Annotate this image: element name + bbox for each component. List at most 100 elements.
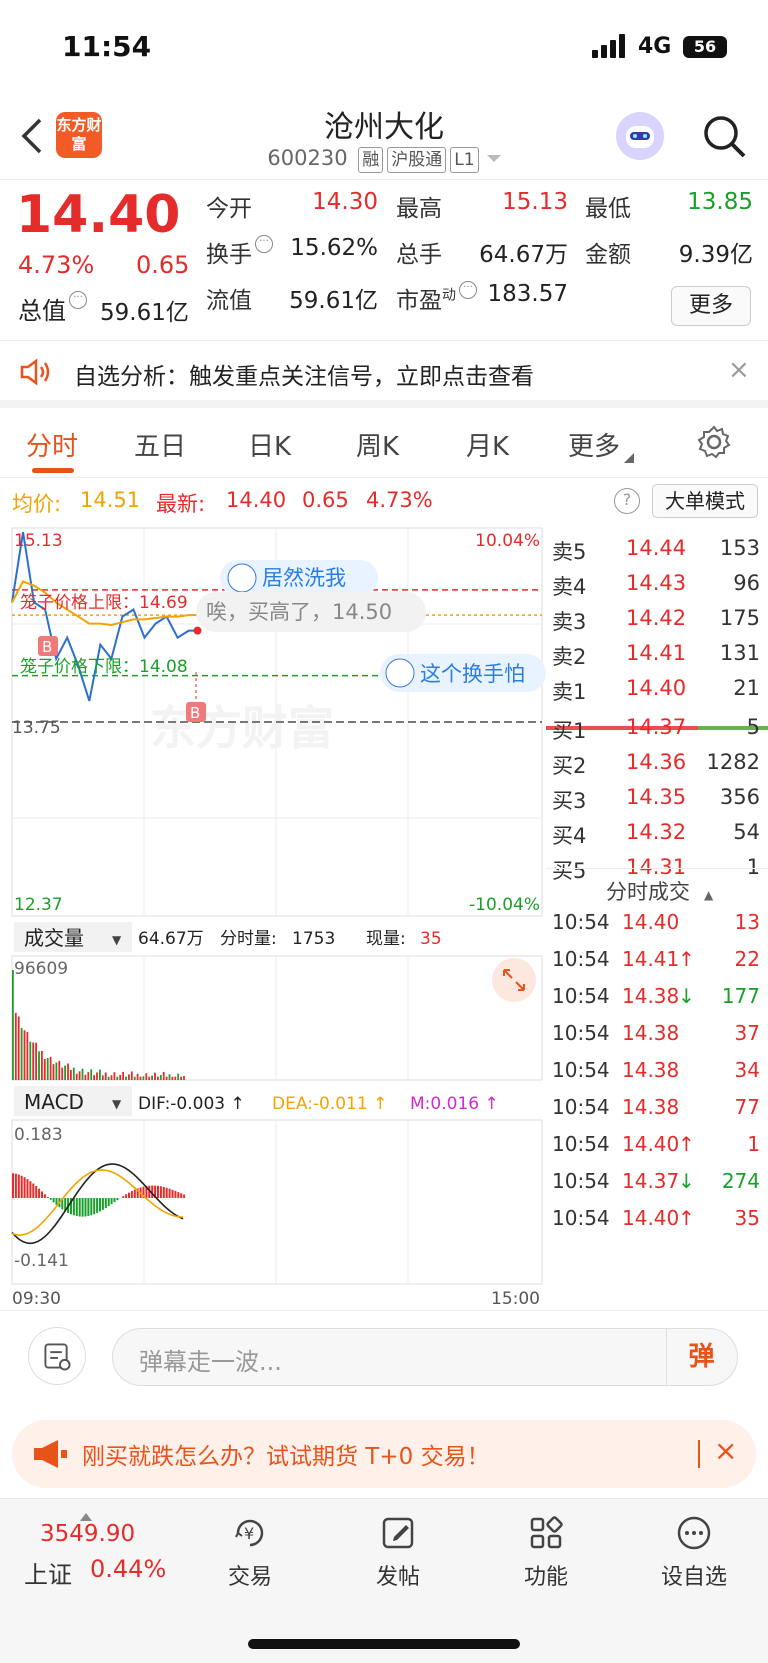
- dea-label: DEA:-0.011 ↑: [272, 1094, 387, 1114]
- dropdown-icon: [624, 453, 635, 463]
- turnover-label[interactable]: 换手···: [206, 235, 273, 269]
- svg-text:¥: ¥: [244, 1524, 254, 1543]
- macd-bar: [35, 1186, 38, 1198]
- volume-bar: [157, 1076, 159, 1080]
- volume-bar: [17, 1016, 20, 1080]
- index-name: 上证: [24, 1561, 72, 1589]
- macd-bar: [41, 1191, 43, 1198]
- svg-text:成交量: 成交量: [24, 926, 84, 950]
- promo-banner[interactable]: 刚买就跌怎么办？试试期货 T+0 交易！ ×: [12, 1420, 756, 1488]
- bid-row[interactable]: 买2 14.36 1282: [546, 750, 764, 784]
- close-icon[interactable]: ×: [728, 355, 750, 385]
- intraday-chart[interactable]: 东方财富 15.13 10.04% 12.37 -10.04% 13.75 笼子…: [0, 524, 546, 1308]
- tab-weekly-k[interactable]: 周K: [356, 426, 399, 463]
- volume-bar: [32, 1042, 35, 1080]
- tick-row[interactable]: 10:54 14.38 37: [546, 1021, 764, 1057]
- volume-bar: [180, 1076, 182, 1080]
- volume-bar: [122, 1071, 124, 1080]
- danmaku-settings-icon[interactable]: [28, 1327, 86, 1385]
- tick-row[interactable]: 10:54 14.40 35 ↑: [546, 1206, 764, 1242]
- ask-row[interactable]: 卖5 14.44 153: [546, 536, 764, 570]
- volume-bar: [168, 1074, 171, 1080]
- volume-bar: [49, 1056, 52, 1080]
- close-icon[interactable]: ×: [714, 1434, 737, 1467]
- volume-bar: [183, 1075, 185, 1080]
- ask-row[interactable]: 卖4 14.43 96: [546, 571, 764, 605]
- now-volume: 35: [420, 929, 442, 949]
- help-icon[interactable]: ?: [614, 488, 640, 514]
- danmaku-bubble[interactable]: 唉，买高了，14.50: [196, 592, 426, 632]
- buy-marker[interactable]: B: [38, 636, 58, 656]
- more-circle-icon: [677, 1516, 711, 1550]
- bid-row[interactable]: 买4 14.32 54: [546, 820, 764, 854]
- danmaku-bar: 弹幕走一波... 弹: [0, 1310, 768, 1410]
- macd-selector[interactable]: MACD ▼: [14, 1086, 132, 1116]
- volume-bar: [46, 1058, 49, 1080]
- macd-bar: [104, 1198, 107, 1209]
- nav-trade[interactable]: ¥ 交易: [200, 1513, 300, 1591]
- nav-add-watchlist[interactable]: 设自选: [644, 1513, 744, 1591]
- tick-row[interactable]: 10:54 14.38 177 ↓: [546, 984, 764, 1020]
- macd-bar: [174, 1190, 177, 1198]
- ticks-header[interactable]: 分时成交 ▲: [606, 876, 713, 906]
- volume-bar: [52, 1064, 55, 1080]
- tick-row[interactable]: 10:54 14.41 22 ↑: [546, 947, 764, 983]
- tab-more[interactable]: 更多: [568, 426, 635, 463]
- volume-bar: [12, 970, 14, 1080]
- tab-daily-k[interactable]: 日K: [248, 426, 291, 463]
- robot-assistant-icon[interactable]: [616, 112, 664, 160]
- low-label: 最低: [585, 196, 631, 222]
- tick-row[interactable]: 10:54 14.40 13: [546, 910, 764, 946]
- ask-row[interactable]: 卖1 14.40 21: [546, 676, 764, 710]
- volume-bar: [84, 1074, 87, 1080]
- stock-code: 600230: [267, 146, 348, 170]
- big-order-mode-button[interactable]: 大单模式: [652, 484, 758, 518]
- status-bar: 11:54 4G 56: [0, 0, 768, 96]
- volume-bar: [177, 1073, 180, 1080]
- volume-bar: [136, 1073, 139, 1080]
- danmaku-bubble[interactable]: 居然洗我: [220, 560, 378, 596]
- float-cap-label: 流值: [206, 288, 252, 314]
- trade-icon: ¥: [235, 1519, 264, 1547]
- tab-monthly-k[interactable]: 月K: [466, 426, 509, 463]
- edit-icon: [382, 1517, 414, 1549]
- search-icon[interactable]: [700, 112, 748, 160]
- last-price-dot: [193, 626, 202, 635]
- tick-row[interactable]: 10:54 14.38 34: [546, 1058, 764, 1094]
- macd-max-label: 0.183: [14, 1125, 63, 1145]
- macd-bar: [107, 1198, 110, 1207]
- tab-intraday[interactable]: 分时: [26, 426, 78, 463]
- index-value[interactable]: 3549.90: [40, 1521, 135, 1547]
- bid-row[interactable]: 买3 14.35 356: [546, 785, 764, 819]
- tick-row[interactable]: 10:54 14.38 77: [546, 1095, 764, 1131]
- tab-five-day[interactable]: 五日: [134, 426, 186, 463]
- tick-row[interactable]: 10:54 14.37 274 ↓: [546, 1169, 764, 1205]
- macd-bar: [78, 1198, 81, 1217]
- stock-header: 东方财富 沧州大化 600230 融沪股通 L1: [0, 96, 768, 180]
- pe-label[interactable]: 市盈动 ···: [396, 281, 477, 315]
- nav-post[interactable]: 发帖: [348, 1513, 448, 1591]
- danmaku-bubble[interactable]: 这个换手怕: [380, 654, 546, 692]
- expand-up-icon[interactable]: [80, 1507, 92, 1521]
- danmaku-input[interactable]: 弹幕走一波...: [112, 1328, 738, 1386]
- analysis-alert[interactable]: 自选分析：触发重点关注信号，立即点击查看 ×: [0, 340, 768, 408]
- ask-row[interactable]: 卖3 14.42 175: [546, 606, 764, 640]
- tick-row[interactable]: 10:54 14.40 1 ↑: [546, 1132, 764, 1168]
- gear-icon[interactable]: [696, 424, 732, 460]
- ask-row[interactable]: 卖2 14.41 131: [546, 641, 764, 675]
- macd-bar: [93, 1198, 96, 1215]
- market-cap-label[interactable]: 总值 ···: [18, 291, 87, 326]
- macd-bar: [20, 1175, 23, 1198]
- latest-label: 最新:: [156, 492, 206, 516]
- volume-bar: [72, 1067, 75, 1080]
- volume-selector[interactable]: 成交量 ▼: [14, 922, 132, 952]
- danmaku-send-button[interactable]: 弹: [666, 1329, 736, 1385]
- volume-bar: [38, 1051, 40, 1080]
- nav-functions[interactable]: 功能: [496, 1513, 596, 1591]
- bid-row[interactable]: 买1 14.37 5: [546, 715, 764, 749]
- expand-icon[interactable]: [492, 958, 536, 1002]
- bottom-nav: 3549.90 上证 0.44% ¥ 交易 发帖 功能 设自选: [0, 1498, 768, 1663]
- chevron-down-icon[interactable]: [486, 155, 501, 169]
- watermark: 东方财富: [150, 701, 334, 755]
- more-button[interactable]: 更多: [671, 286, 751, 326]
